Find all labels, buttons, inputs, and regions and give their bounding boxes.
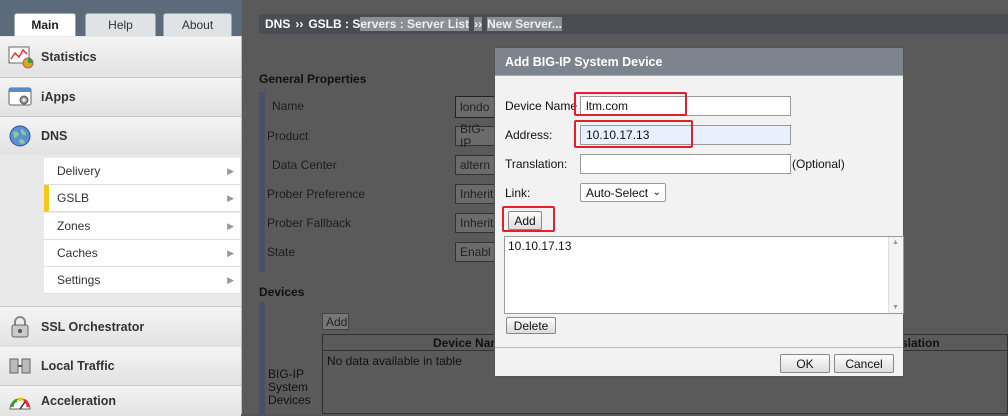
dialog-header[interactable]: Add BIG-IP System Device	[495, 48, 903, 75]
scroll-down-icon[interactable]: ▼	[892, 304, 899, 311]
tab-help[interactable]: Help	[85, 13, 156, 36]
prober-fallback-select[interactable]: Inherit	[455, 213, 495, 233]
nav-item-label: Delivery	[57, 164, 101, 178]
chevron-right-icon: ▶	[227, 165, 234, 176]
device-address-list[interactable]: 10.10.17.13 ▲ ▼	[504, 236, 904, 314]
ssl-lock-icon	[11, 316, 29, 338]
breadcrumb-separator: ››	[474, 17, 483, 31]
nav-section-local-traffic[interactable]: Local Traffic	[0, 347, 241, 386]
state-select[interactable]: Enabl	[455, 242, 495, 262]
list-scrollbar[interactable]: ▲ ▼	[888, 237, 903, 313]
link-label: Link:	[505, 186, 531, 200]
nav-section-statistics[interactable]: Statistics	[0, 37, 241, 78]
device-name-input[interactable]: ltm.com	[580, 96, 791, 116]
chevron-right-icon: ▶	[227, 192, 234, 203]
nav-label-acceleration: Acceleration	[41, 394, 117, 408]
label-data-center: Data Center	[272, 158, 337, 172]
link-select-value: Auto-Select	[586, 185, 649, 200]
scroll-up-icon[interactable]: ▲	[892, 239, 899, 246]
nav-item-label: GSLB	[57, 191, 90, 205]
dns-globe-icon	[9, 125, 31, 147]
footer-divider	[495, 347, 903, 348]
acceleration-gauge-icon	[9, 397, 31, 410]
tab-about[interactable]: About	[163, 13, 232, 36]
nav-item-caches[interactable]: Caches ▶	[44, 240, 240, 267]
nav-section-acceleration[interactable]: Acceleration	[0, 386, 241, 416]
chevron-right-icon: ▶	[227, 274, 234, 285]
device-name-label: Device Name	[505, 99, 578, 113]
nav-label-local-traffic: Local Traffic	[41, 359, 115, 373]
label-state: State	[267, 245, 296, 259]
nav-item-label: Caches	[57, 246, 98, 260]
devices-title: Devices	[259, 285, 305, 299]
add-device-dialog: Add BIG-IP System Device Device Name ltm…	[494, 47, 904, 377]
nav-label-dns: DNS	[41, 129, 68, 143]
local-traffic-icon	[9, 358, 31, 374]
devices-add-button[interactable]: Add	[322, 313, 349, 330]
product-select[interactable]: BIG-IP	[455, 122, 495, 150]
breadcrumb-separator: ››	[295, 17, 304, 31]
nav-section-iapps[interactable]: iApps	[0, 78, 241, 117]
address-label: Address:	[505, 128, 553, 142]
nav-section-dns[interactable]: DNS	[0, 117, 241, 155]
iapps-icon	[8, 87, 32, 106]
chevron-right-icon: ▶	[227, 220, 234, 231]
column-device-name[interactable]: Device Nam	[433, 336, 501, 350]
breadcrumb-new-server: New Server...	[487, 17, 562, 31]
nav-label-iapps: iApps	[41, 90, 76, 104]
nav-item-settings[interactable]: Settings ▶	[44, 267, 240, 294]
address-input[interactable]: 10.10.17.13	[580, 125, 791, 145]
breadcrumb: DNS ›› GSLB : S ervers : Server List ›› …	[259, 14, 1008, 34]
breadcrumb-dns[interactable]: DNS	[265, 17, 290, 31]
row-marker	[259, 302, 265, 414]
breadcrumb-gslb[interactable]: GSLB : S	[308, 17, 360, 31]
dialog-cancel-button[interactable]: Cancel	[834, 354, 894, 373]
nav-item-delivery[interactable]: Delivery ▶	[44, 158, 240, 185]
dialog-title: Add BIG-IP System Device	[505, 54, 663, 69]
optional-hint: (Optional)	[792, 157, 845, 171]
dialog-ok-button[interactable]: OK	[780, 354, 830, 373]
dialog-add-button[interactable]: Add	[508, 211, 542, 230]
nav-label-statistics: Statistics	[41, 50, 97, 64]
translation-input[interactable]	[580, 154, 791, 174]
breadcrumb-servers[interactable]: ervers : Server List	[360, 17, 470, 31]
column-translation[interactable]: slation	[901, 336, 940, 350]
chevron-down-icon: ⌄	[652, 187, 661, 198]
nav-item-label: Settings	[57, 273, 101, 287]
list-item[interactable]: 10.10.17.13	[508, 239, 571, 253]
top-tab-bar: Main Help About	[0, 0, 260, 36]
data-center-select[interactable]: altern	[455, 155, 495, 175]
row-marker	[259, 92, 265, 272]
label-bigip-system-devices: BIG-IP System Devices	[268, 367, 311, 407]
label-prober-fallback: Prober Fallback	[267, 216, 352, 230]
nav-label-ssl-orchestrator: SSL Orchestrator	[41, 320, 145, 334]
statistics-icon	[8, 46, 34, 69]
translation-label: Translation:	[505, 157, 568, 171]
label-product: Product	[267, 129, 309, 143]
tab-main[interactable]: Main	[14, 13, 76, 36]
label-prober-preference: Prober Preference	[267, 187, 366, 201]
nav-item-label: Zones	[57, 219, 91, 233]
nav-item-zones[interactable]: Zones ▶	[44, 213, 240, 240]
link-select[interactable]: Auto-Select ⌄	[580, 183, 666, 202]
empty-table-text: No data available in table	[327, 354, 462, 368]
label-name: Name	[272, 99, 305, 113]
nav-item-gslb[interactable]: GSLB ▶	[44, 185, 240, 212]
name-input[interactable]: londo	[455, 96, 495, 118]
chevron-right-icon: ▶	[227, 247, 234, 258]
general-properties-title: General Properties	[259, 72, 367, 86]
prober-preference-select[interactable]: Inherit	[455, 184, 495, 204]
dialog-delete-button[interactable]: Delete	[506, 317, 556, 334]
header-divider	[495, 75, 903, 76]
nav-section-ssl-orchestrator[interactable]: SSL Orchestrator	[0, 306, 241, 348]
